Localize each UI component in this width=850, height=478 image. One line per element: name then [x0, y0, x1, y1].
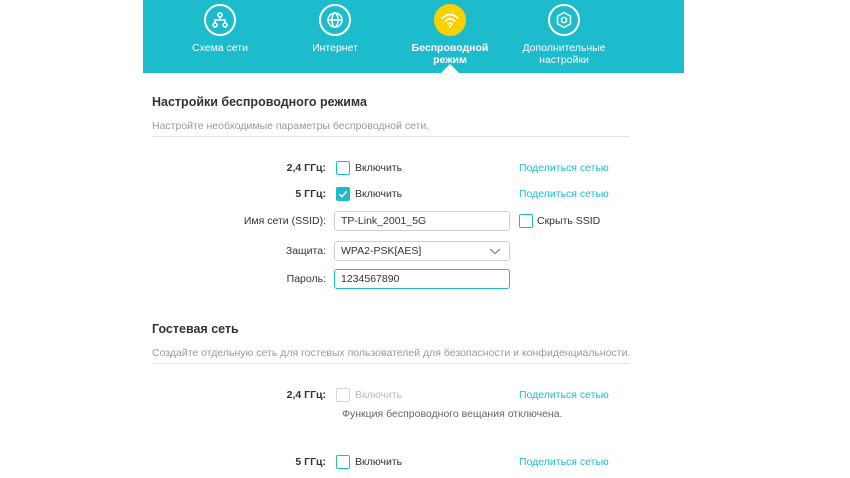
hide-ssid-label: Скрыть SSID [537, 215, 601, 227]
ssid-label: Имя сети (SSID): [243, 215, 326, 227]
nav-item-network-map[interactable]: Схема сети [165, 0, 275, 73]
hide-ssid-checkbox[interactable] [519, 214, 533, 228]
band24-enable-checkbox[interactable] [336, 161, 350, 175]
guest-section-title: Гостевая сеть [152, 322, 239, 336]
security-select[interactable]: WPA2-PSK[AES] [334, 241, 510, 261]
guest-section-description: Создайте отдельную сеть для гостевых пол… [152, 347, 631, 359]
band24-share-link[interactable]: Поделиться сетью [519, 162, 609, 174]
band5-enable-checkbox[interactable] [336, 187, 350, 201]
band24-enable-label: Включить [355, 162, 403, 174]
guest-band5-share-link[interactable]: Поделиться сетью [519, 456, 609, 468]
guest-section-divider [152, 363, 630, 364]
nav-label-internet: Интернет [312, 42, 358, 54]
nav-label-wireless: Беспроводной режим [411, 42, 489, 66]
globe-icon [319, 4, 351, 36]
chevron-down-icon [489, 248, 501, 255]
security-select-value: WPA2-PSK[AES] [341, 245, 422, 257]
guest-band24-label: 2,4 ГГц: [286, 389, 326, 401]
band5-share-link[interactable]: Поделиться сетью [519, 188, 609, 200]
check-icon [338, 190, 348, 198]
band5-enable-label: Включить [355, 188, 403, 200]
nav-item-advanced[interactable]: Дополнительные настройки [509, 0, 619, 73]
nav-label-network-map: Схема сети [192, 42, 248, 54]
wifi-icon [434, 4, 466, 36]
top-nav: Схема сети Интернет Беспроводной режим Д… [143, 0, 684, 73]
active-nav-pointer [441, 64, 459, 73]
network-map-icon [204, 4, 236, 36]
password-input[interactable]: 1234567890 [334, 269, 510, 289]
guest-band24-note: Функция беспроводного вещания отключена. [342, 408, 563, 420]
guest-band24-share-link[interactable]: Поделиться сетью [519, 389, 609, 401]
nav-item-internet[interactable]: Интернет [280, 0, 390, 73]
gear-icon [548, 4, 580, 36]
guest-band5-label: 5 ГГц: [295, 456, 326, 468]
security-label: Защита: [285, 245, 326, 257]
guest-band24-enable-label: Включить [355, 389, 403, 401]
ssid-input[interactable]: TP-Link_2001_5G [334, 211, 510, 231]
guest-band5-enable-checkbox[interactable] [336, 455, 350, 469]
wireless-section-title: Настройки беспроводного режима [152, 95, 367, 109]
nav-item-wireless[interactable]: Беспроводной режим [395, 0, 505, 73]
band5-label: 5 ГГц: [295, 188, 326, 200]
wireless-section-divider [152, 136, 630, 137]
guest-band24-enable-checkbox[interactable] [336, 388, 350, 402]
guest-band5-enable-label: Включить [355, 456, 403, 468]
password-label: Пароль: [286, 273, 326, 285]
nav-label-advanced: Дополнительные настройки [522, 42, 606, 66]
band24-label: 2,4 ГГц: [286, 162, 326, 174]
wireless-section-description: Настройте необходимые параметры беспрово… [152, 120, 430, 132]
